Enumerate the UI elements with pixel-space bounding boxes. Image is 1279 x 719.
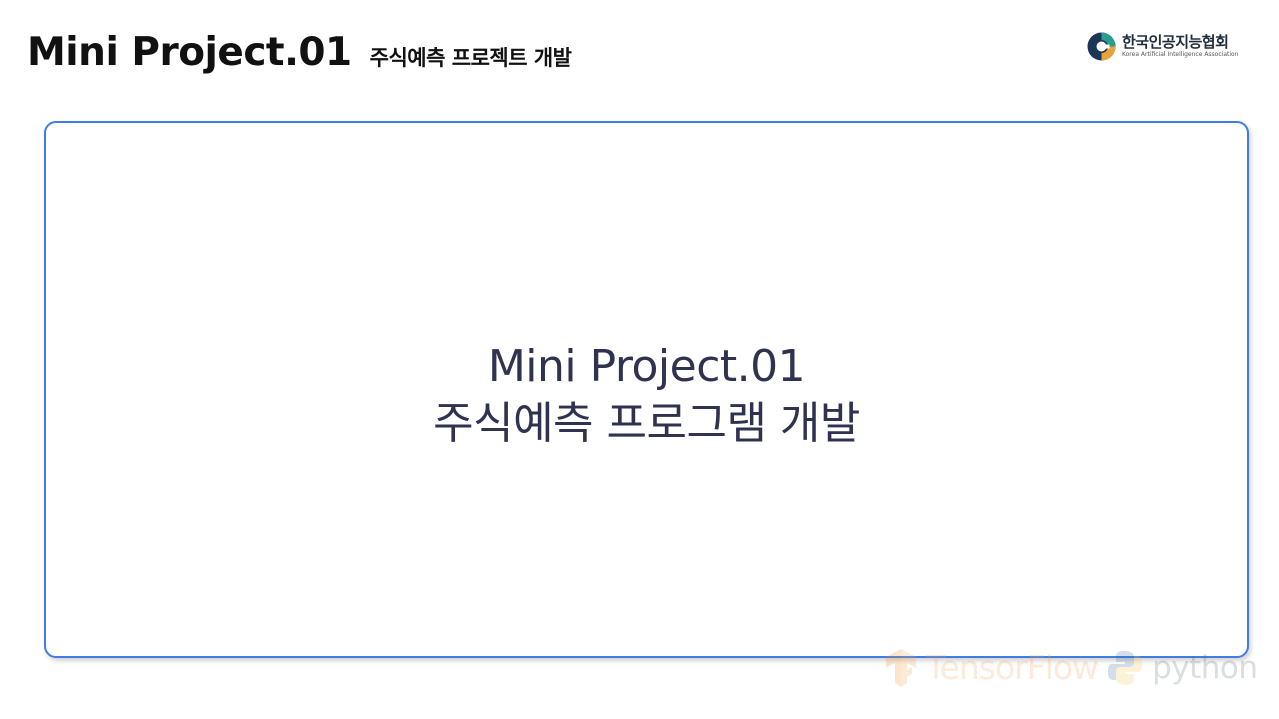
- page-subtitle: 주식예측 프로젝트 개발: [369, 46, 572, 70]
- footer-logos: TensorFlow python: [884, 648, 1258, 687]
- slide: Mini Project.01 주식예측 프로젝트 개발 한국인공지능협회 Ko…: [0, 0, 1279, 719]
- page-title: Mini Project.01: [27, 30, 352, 75]
- logo-name-kr: 한국인공지능협회: [1122, 33, 1229, 51]
- center-title-line2: 주식예측 프로그램 개발: [433, 397, 860, 449]
- python-icon: [1108, 650, 1143, 685]
- logo-text: 한국인공지능협회 Korea Artificial Intelligence A…: [1122, 34, 1238, 59]
- header: Mini Project.01 주식예측 프로젝트 개발: [27, 30, 572, 75]
- python-label: python: [1152, 649, 1258, 686]
- kaia-logo-icon: [1087, 32, 1116, 61]
- center-title: Mini Project.01 주식예측 프로그램 개발: [433, 338, 860, 452]
- association-logo: 한국인공지능협회 Korea Artificial Intelligence A…: [1086, 30, 1238, 63]
- logo-name-en: Korea Artificial Intelligence Associatio…: [1122, 51, 1239, 58]
- tensorflow-icon: [886, 648, 916, 687]
- tensorflow-label: TensorFlow: [926, 648, 1099, 687]
- center-title-line1: Mini Project.01: [487, 340, 806, 392]
- content-box: Mini Project.01 주식예측 프로그램 개발: [44, 121, 1249, 658]
